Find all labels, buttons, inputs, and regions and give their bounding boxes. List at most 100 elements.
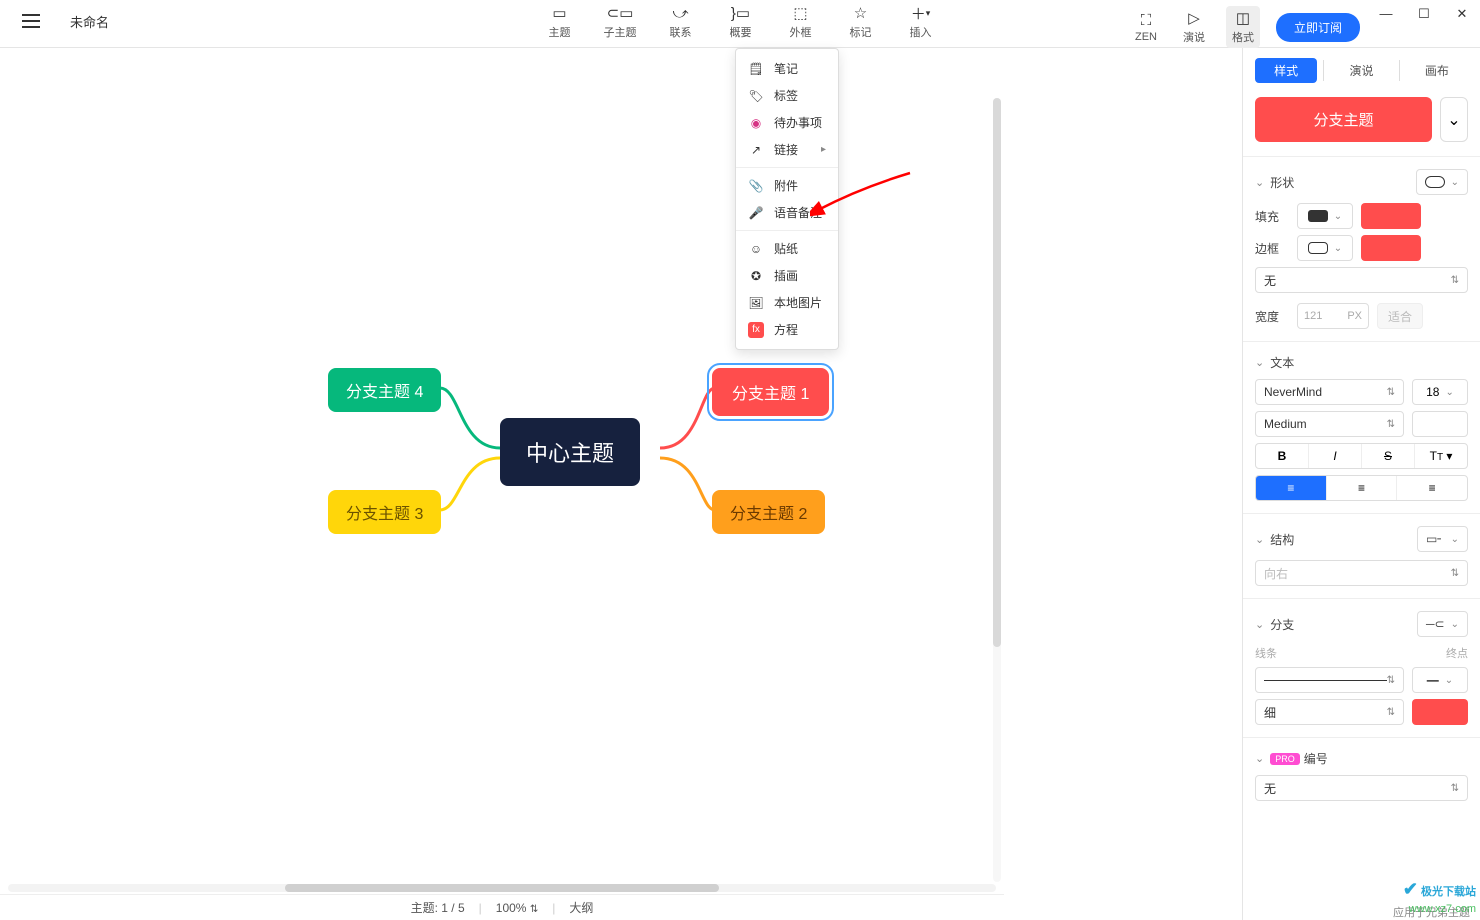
node-branch-1[interactable]: 分支主题 1 [712,368,829,416]
italic-button[interactable]: I [1309,444,1362,468]
format-button[interactable]: ◫格式 [1226,6,1260,48]
label-icon: 🏷 [748,88,764,104]
chevron-down-icon: ⌄ [1447,110,1460,130]
case-button[interactable]: TT ▾ [1415,444,1467,468]
end-label: 终点 [1446,645,1468,661]
menu-illustration[interactable]: ✪插画 [736,262,838,289]
node-center[interactable]: 中心主题 [500,418,640,486]
relationship-icon: ⤻ [672,4,688,22]
maximize-button[interactable]: ☐ [1416,6,1432,22]
topic-count: 主题: 1 / 5 [411,899,465,916]
section-structure[interactable]: 结构 ▭╴⌄ [1255,526,1468,552]
tool-summary[interactable]: }▭概要 [725,4,757,40]
fit-button[interactable]: 适合 [1377,303,1423,329]
tab-presentation[interactable]: 演说 [1330,58,1392,83]
document-title: 未命名 [70,12,109,31]
direction-select[interactable]: 向右⇅ [1255,560,1468,586]
tool-relationship[interactable]: ⤻联系 [665,4,697,40]
node-type-button[interactable]: 分支主题 [1255,97,1432,142]
menu-attachment[interactable]: 📎附件 [736,172,838,199]
align-center-button[interactable]: ≡ [1327,476,1398,500]
audio-icon: 🎤 [748,205,764,221]
align-right-button[interactable]: ≡ [1397,476,1467,500]
strike-button[interactable]: S [1362,444,1415,468]
font-size-select[interactable]: 18⌄ [1412,379,1468,405]
attachment-icon: 📎 [748,178,764,194]
tab-canvas[interactable]: 画布 [1406,58,1468,83]
vertical-scrollbar[interactable] [993,98,1003,882]
link-icon: ↗ [748,142,764,158]
structure-select[interactable]: ▭╴⌄ [1417,526,1468,552]
close-button[interactable]: ✕ [1454,6,1470,22]
shape-select[interactable]: ⌄ [1416,169,1468,195]
play-icon: ▷ [1188,9,1200,27]
submenu-arrow-icon: ▸ [821,144,826,155]
menu-label[interactable]: 🏷标签 [736,82,838,109]
node-branch-3[interactable]: 分支主题 3 [328,490,441,534]
fill-style-select[interactable]: ⌄ [1297,203,1353,229]
menu-todo[interactable]: ◉待办事项 [736,109,838,136]
zen-icon: ⛶ [1141,11,1152,29]
menu-local-image[interactable]: 🖼本地图片 [736,289,838,316]
tool-marker[interactable]: ☆标记 [845,4,877,40]
node-branch-2[interactable]: 分支主题 2 [712,490,825,534]
menu-audio[interactable]: 🎤语音备注 [736,199,838,226]
line-style-select[interactable]: ⇅ [1255,667,1404,693]
font-weight-select[interactable]: Medium⇅ [1255,411,1404,437]
section-text[interactable]: 文本 [1255,354,1468,371]
presentation-button[interactable]: ▷演说 [1178,9,1210,45]
sticker-icon: ☺ [748,241,764,257]
zen-button[interactable]: ⛶ZEN [1130,11,1162,43]
topbar: — ☐ ✕ 未命名 ▭主题 ⊂▭子主题 ⤻联系 }▭概要 ⬚外框 ☆标记 ＋▾插… [0,0,1480,48]
branch-shape-select[interactable]: ─⊂⌄ [1417,611,1468,637]
subscribe-button[interactable]: 立即订阅 [1276,13,1360,42]
menu-link[interactable]: ↗链接▸ [736,136,838,163]
border-style-select[interactable]: ⌄ [1297,235,1353,261]
menu-equation[interactable]: fx方程 [736,316,838,343]
insert-icon: ＋▾ [911,4,931,22]
todo-icon: ◉ [748,115,764,131]
line-color-swatch[interactable] [1412,699,1468,725]
line-thickness-select[interactable]: 细⇅ [1255,699,1404,725]
marker-icon: ☆ [854,4,867,22]
horizontal-scrollbar[interactable] [8,884,996,894]
section-branch[interactable]: 分支 ─⊂⌄ [1255,611,1468,637]
tab-style[interactable]: 样式 [1255,58,1317,83]
structure-icon: ▭╴ [1426,532,1445,546]
fill-label: 填充 [1255,208,1289,225]
outline-link[interactable]: 大纲 [569,899,593,916]
status-bar: 主题: 1 / 5 | 100% ⇅ | 大纲 [0,894,1004,920]
section-shape[interactable]: 形状 ⌄ [1255,169,1468,195]
font-family-select[interactable]: NeverMind⇅ [1255,379,1404,405]
border-color-swatch[interactable] [1361,235,1421,261]
canvas[interactable]: 中心主题 分支主题 1 分支主题 2 分支主题 3 分支主题 4 主题: 1 /… [0,48,1242,920]
align-group: ≡ ≡ ≡ [1255,475,1468,501]
tool-boundary[interactable]: ⬚外框 [785,4,817,40]
zoom-level[interactable]: 100% ⇅ [496,901,538,915]
tool-topic[interactable]: ▭主题 [544,4,576,40]
border-line-select[interactable]: 无⇅ [1255,267,1468,293]
insert-menu: 🗒笔记 🏷标签 ◉待办事项 ↗链接▸ 📎附件 🎤语音备注 ☺贴纸 ✪插画 🖼本地… [735,48,839,350]
boundary-icon: ⬚ [793,4,807,22]
topic-icon: ▭ [552,4,566,22]
numbering-select[interactable]: 无⇅ [1255,775,1468,801]
font-color-swatch[interactable] [1412,411,1468,437]
minimize-button[interactable]: — [1378,6,1394,22]
summary-icon: }▭ [731,4,750,22]
border-label: 边框 [1255,240,1289,257]
menu-notes[interactable]: 🗒笔记 [736,55,838,82]
menu-icon[interactable] [22,9,46,33]
fill-color-swatch[interactable] [1361,203,1421,229]
node-branch-4[interactable]: 分支主题 4 [328,368,441,412]
bold-button[interactable]: B [1256,444,1309,468]
node-type-dropdown[interactable]: ⌄ [1440,97,1468,142]
branch-icon: ─⊂ [1426,617,1445,631]
align-left-button[interactable]: ≡ [1256,476,1327,500]
tool-subtopic[interactable]: ⊂▭子主题 [604,4,637,40]
width-input[interactable]: 121PX [1297,303,1369,329]
tool-insert[interactable]: ＋▾插入 [905,4,937,40]
line-end-select[interactable]: —⌄ [1412,667,1468,693]
menu-sticker[interactable]: ☺贴纸 [736,235,838,262]
section-numbering[interactable]: PRO 编号 [1255,750,1468,767]
window-controls: — ☐ ✕ [1378,6,1470,22]
